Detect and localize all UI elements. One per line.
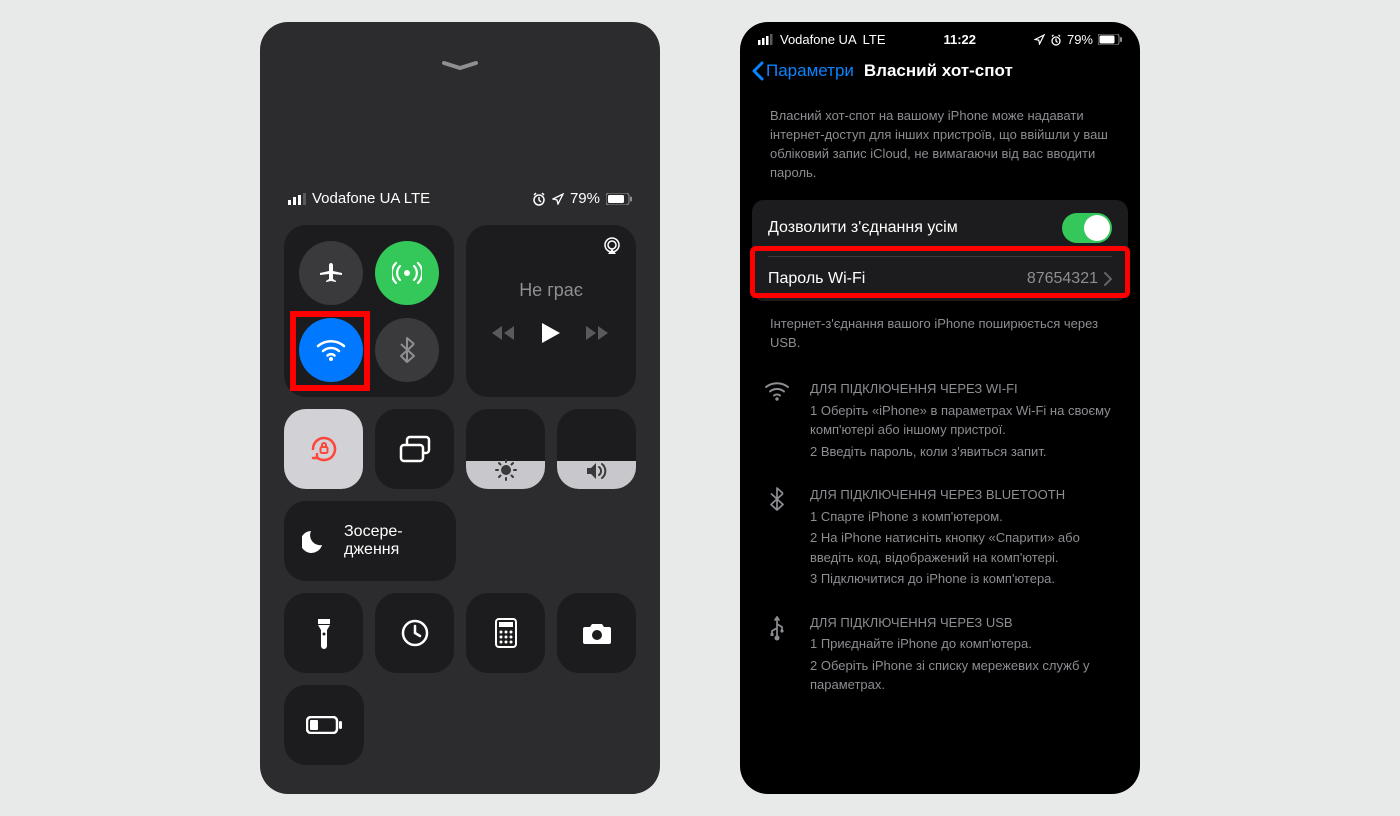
signal-icon <box>758 34 774 45</box>
low-power-button[interactable] <box>284 685 364 765</box>
wifi-instructions: ДЛЯ ПІДКЛЮЧЕННЯ ЧЕРЕЗ WI-FI 1 Оберіть «i… <box>740 365 1140 471</box>
focus-label: Зосере- дження <box>344 523 403 558</box>
media-title: Не грає <box>519 280 583 301</box>
camera-button[interactable] <box>557 593 636 673</box>
status-right: 79% <box>532 190 632 207</box>
media-controls <box>492 323 610 343</box>
chevron-left-icon <box>752 61 764 81</box>
forward-icon[interactable] <box>586 325 610 341</box>
control-center-body: Не грає <box>260 207 660 794</box>
wifi-icon <box>764 381 790 401</box>
media-tile[interactable]: Не грає <box>466 225 636 397</box>
screen-mirroring-button[interactable] <box>375 409 454 489</box>
rewind-icon[interactable] <box>492 325 516 341</box>
orientation-lock-button[interactable] <box>284 409 363 489</box>
network-label: LTE <box>863 32 886 47</box>
calculator-icon <box>495 618 517 648</box>
password-highlight <box>750 246 1130 298</box>
wifi-inst-step1: 1 Оберіть «iPhone» в параметрах Wi-Fi на… <box>810 401 1118 440</box>
control-center-screen: Vodafone UA LTE 79% <box>260 22 660 794</box>
volume-slider[interactable] <box>557 409 636 489</box>
usb-inst-step1: 1 Приєднайте iPhone до комп'ютера. <box>810 634 1118 654</box>
chevron-down-icon <box>442 60 478 70</box>
status-bar: Vodafone UA LTE 11:22 79% <box>740 22 1140 47</box>
carrier-label: Vodafone UA LTE <box>312 190 430 207</box>
wifi-highlight <box>290 311 370 391</box>
brightness-icon <box>495 459 517 481</box>
page-title: Власний хот-спот <box>864 61 1013 81</box>
alarm-icon <box>532 192 546 206</box>
bluetooth-icon <box>770 487 784 511</box>
allow-label: Дозволити з'єднання усім <box>768 219 958 237</box>
back-label: Параметри <box>766 61 854 81</box>
airplay-icon <box>602 237 622 255</box>
focus-button[interactable]: Зосере- дження <box>284 501 456 581</box>
bluetooth-instructions: ДЛЯ ПІДКЛЮЧЕННЯ ЧЕРЕЗ BLUETOOTH 1 Спарте… <box>740 471 1140 599</box>
flashlight-icon <box>316 617 332 649</box>
cellular-icon <box>392 260 422 286</box>
wifi-inst-step2: 2 Введіть пароль, коли з'явиться запит. <box>810 442 1118 462</box>
battery-icon <box>306 716 342 734</box>
airplane-icon <box>318 260 344 286</box>
usb-inst-step2: 2 Оберіть iPhone зі списку мережевих слу… <box>810 656 1118 695</box>
back-button[interactable]: Параметри <box>752 61 854 81</box>
location-icon <box>552 193 564 205</box>
settings-group: Дозволити з'єднання усім Пароль Wi-Fi 87… <box>752 200 1128 301</box>
hotspot-description: Власний хот-спот на вашому iPhone може н… <box>740 93 1140 200</box>
wifi-inst-title: ДЛЯ ПІДКЛЮЧЕННЯ ЧЕРЕЗ WI-FI <box>810 379 1118 399</box>
bt-inst-step1: 1 Спарте iPhone з комп'ютером. <box>810 507 1118 527</box>
carrier-label: Vodafone UA <box>780 32 857 47</box>
orientation-lock-icon <box>307 432 341 466</box>
signal-icon <box>288 193 306 205</box>
alarm-icon <box>1050 34 1062 46</box>
status-left: Vodafone UA LTE <box>288 190 430 207</box>
brightness-slider[interactable] <box>466 409 545 489</box>
camera-icon <box>581 621 613 645</box>
allow-toggle[interactable] <box>1062 213 1112 243</box>
usb-note: Інтернет-з'єднання вашого iPhone поширює… <box>740 301 1140 357</box>
bt-inst-title: ДЛЯ ПІДКЛЮЧЕННЯ ЧЕРЕЗ BLUETOOTH <box>810 485 1118 505</box>
location-icon <box>1034 34 1045 45</box>
timer-icon <box>400 618 430 648</box>
flashlight-button[interactable] <box>284 593 363 673</box>
moon-icon <box>302 528 328 554</box>
bt-inst-step3: 3 Підключитися до iPhone із комп'ютера. <box>810 569 1118 589</box>
battery-percent: 79% <box>1067 32 1093 47</box>
battery-percent: 79% <box>570 190 600 207</box>
timer-button[interactable] <box>375 593 454 673</box>
bluetooth-icon <box>399 337 415 363</box>
volume-icon <box>585 461 609 481</box>
play-icon[interactable] <box>542 323 560 343</box>
battery-icon <box>606 193 632 205</box>
bt-inst-step2: 2 На iPhone натисніть кнопку «Спарити» а… <box>810 528 1118 567</box>
time-label: 11:22 <box>943 32 976 47</box>
bluetooth-button[interactable] <box>375 318 439 382</box>
calculator-button[interactable] <box>466 593 545 673</box>
usb-inst-title: ДЛЯ ПІДКЛЮЧЕННЯ ЧЕРЕЗ USB <box>810 613 1118 633</box>
screen-mirroring-icon <box>398 435 432 463</box>
connectivity-tile[interactable] <box>284 225 454 397</box>
hotspot-settings-screen: Vodafone UA LTE 11:22 79% Параметри Влас… <box>740 22 1140 794</box>
battery-icon <box>1098 34 1122 45</box>
cellular-button[interactable] <box>375 241 439 305</box>
nav-bar: Параметри Власний хот-спот <box>740 47 1140 93</box>
status-bar: Vodafone UA LTE 79% <box>260 190 660 207</box>
airplane-button[interactable] <box>299 241 363 305</box>
usb-instructions: ДЛЯ ПІДКЛЮЧЕННЯ ЧЕРЕЗ USB 1 Приєднайте i… <box>740 599 1140 705</box>
usb-icon <box>769 615 785 641</box>
